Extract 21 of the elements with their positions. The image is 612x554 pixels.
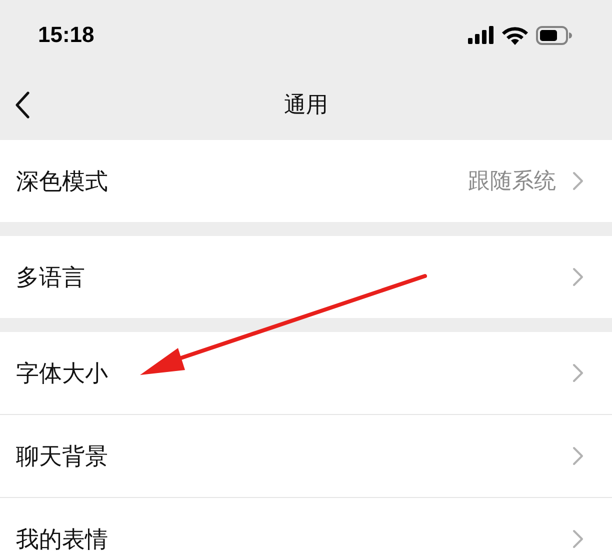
chevron-icon (572, 267, 584, 287)
wifi-icon (502, 26, 528, 44)
chevron-icon (572, 171, 584, 191)
settings-row[interactable]: 深色模式 跟随系统 (0, 140, 612, 222)
nav-title: 通用 (284, 92, 328, 120)
signal-icon (468, 26, 494, 44)
battery-icon (536, 26, 572, 44)
settings-row[interactable]: 聊天背景 (0, 415, 612, 498)
chevron-icon (572, 363, 584, 383)
row-label: 聊天背景 (16, 442, 109, 472)
settings-row[interactable]: 我的表情 (0, 498, 612, 554)
status-time: 15:18 (38, 22, 94, 48)
row-label: 字体大小 (16, 360, 109, 388)
row-value: 跟随系统 (468, 168, 556, 196)
settings-row[interactable]: 多语言 (0, 236, 612, 318)
row-label: 我的表情 (16, 526, 109, 554)
chevron-icon (572, 446, 584, 466)
chevron-icon (572, 529, 584, 549)
row-label: 多语言 (16, 264, 86, 292)
row-label: 深色模式 (16, 168, 109, 196)
back-icon[interactable] (14, 91, 30, 119)
